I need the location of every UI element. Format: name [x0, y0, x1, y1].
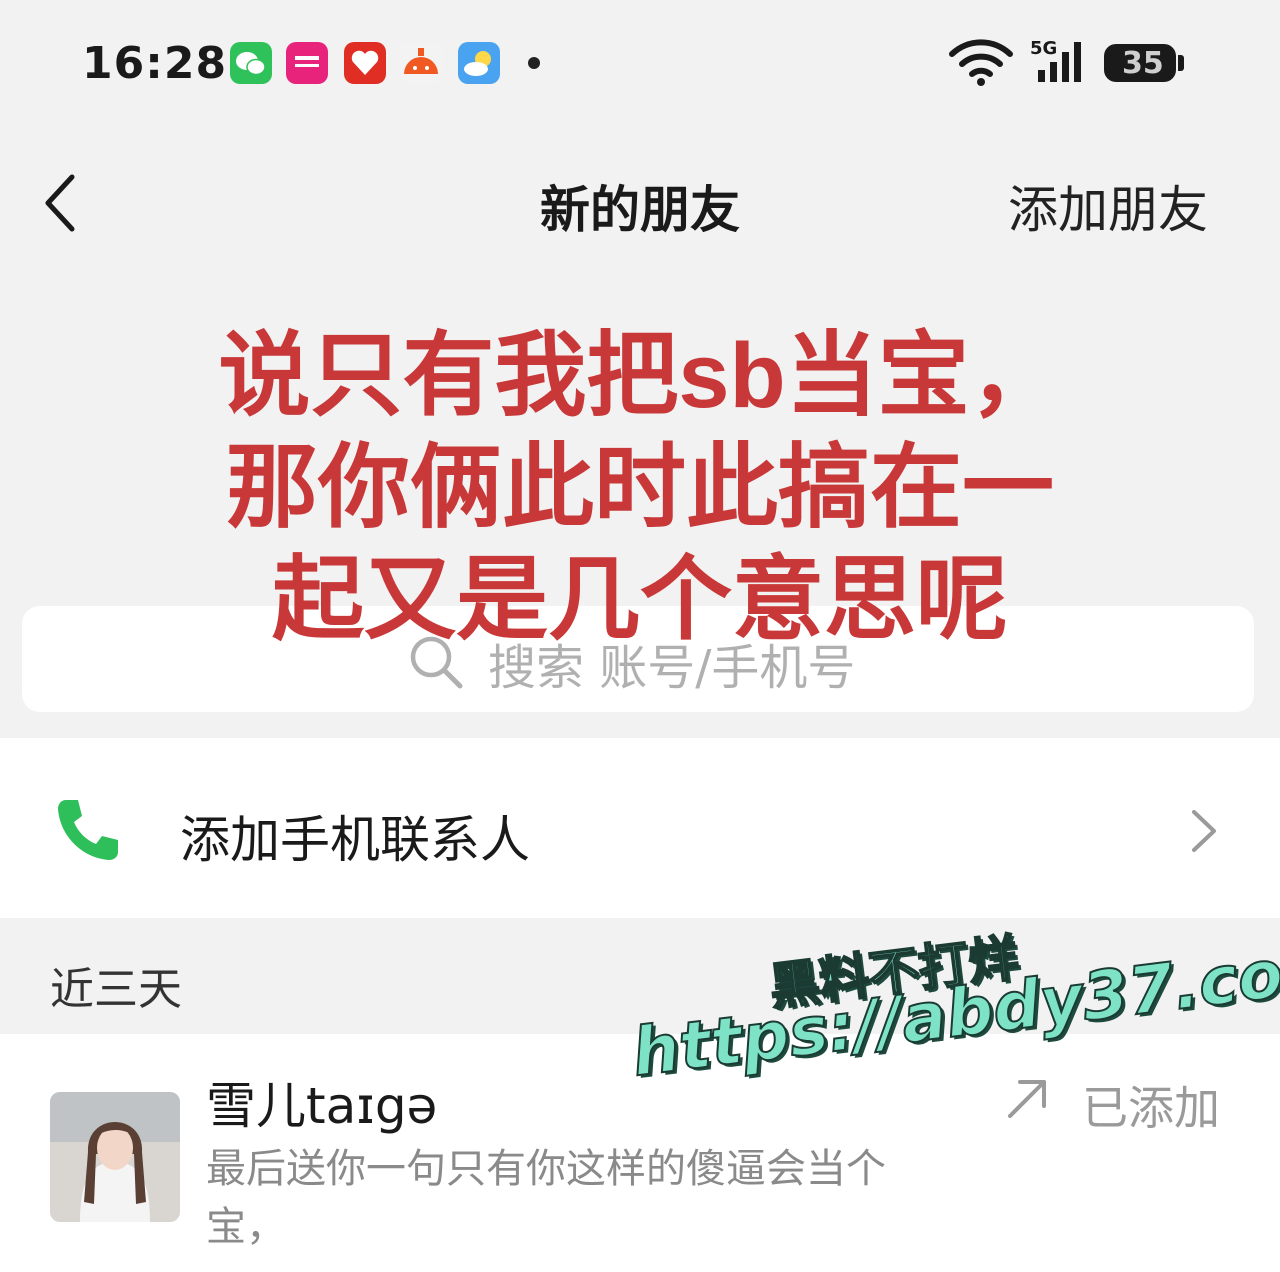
chevron-right-icon — [1192, 810, 1216, 852]
battery-level: 35 — [1122, 46, 1164, 81]
friend-request-message: 最后送你一句只有你这样的傻逼会当个宝， — [206, 1146, 886, 1250]
caption-line: 起又是几个意思呢 — [271, 549, 1008, 651]
add-friend-button[interactable]: 添加朋友 — [1008, 170, 1208, 242]
notification-dot — [528, 57, 540, 69]
phone-icon — [58, 800, 118, 860]
caption-line: 说只有我把sb当宝， — [218, 325, 1062, 427]
section-header: 近三天 — [50, 964, 182, 1015]
battery-icon: 35 — [1104, 44, 1176, 82]
wifi-icon — [949, 39, 1013, 86]
caption-line: 那你俩此时此搞在一 — [225, 437, 1054, 539]
status-time: 16:28 — [82, 38, 228, 89]
friend-name: 雪儿taɪgə — [206, 1077, 438, 1135]
avatar[interactable] — [50, 1092, 180, 1222]
arrow-up-right-icon — [1008, 1080, 1046, 1118]
add-phone-contacts-label: 添加手机联系人 — [180, 811, 530, 869]
overlay-caption: 说只有我把sb当宝， 那你俩此时此搞在一 起又是几个意思呢 — [180, 320, 1100, 656]
added-status: 已添加 — [1082, 1081, 1220, 1135]
pinduoduo-icon — [344, 42, 386, 84]
status-bar: 16:28 5G 35 — [0, 0, 1280, 130]
weather-icon — [458, 42, 500, 84]
taobao-icon — [400, 42, 442, 84]
vipshop-icon — [286, 42, 328, 84]
wechat-icon — [230, 42, 272, 84]
battery-tip — [1178, 55, 1184, 71]
